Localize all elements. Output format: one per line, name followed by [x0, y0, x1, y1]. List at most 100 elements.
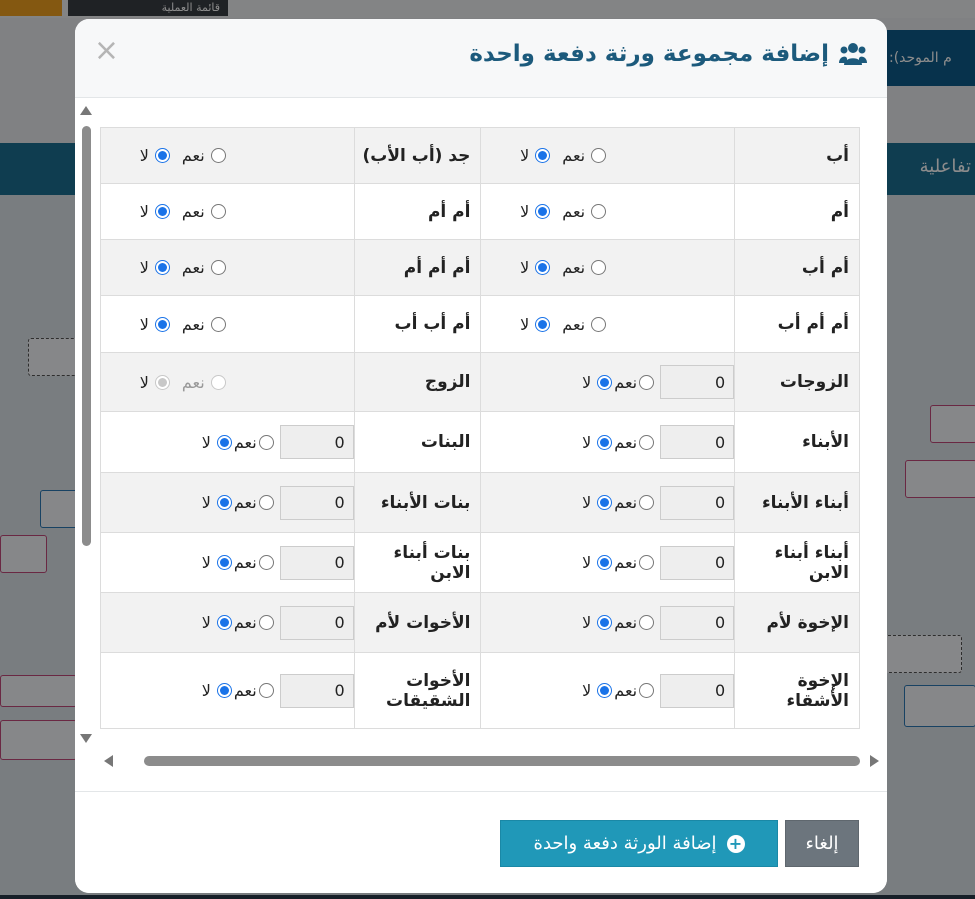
yes-radio[interactable]	[591, 148, 607, 163]
heir-label: البنات	[353, 411, 482, 473]
heir-label: أب	[734, 127, 860, 184]
no-radio[interactable]	[535, 260, 551, 275]
yes-radio[interactable]	[258, 683, 274, 698]
heir-count-input[interactable]	[279, 545, 354, 580]
no-radio[interactable]	[154, 148, 170, 163]
yes-radio[interactable]	[639, 555, 655, 570]
heir-controls: نعم لا	[480, 532, 736, 593]
no-radio[interactable]	[154, 260, 170, 275]
no-radio-label: لا	[139, 202, 149, 221]
no-radio[interactable]	[597, 434, 613, 450]
heir-count-input[interactable]	[279, 485, 354, 520]
yes-radio-label: نعم	[233, 553, 257, 572]
no-radio-label: لا	[520, 314, 530, 334]
no-radio[interactable]	[535, 204, 551, 219]
no-radio[interactable]	[597, 555, 613, 570]
yes-radio[interactable]	[639, 615, 655, 630]
table-row: أم أم أب نعم لا أم أب أب نعم لا	[100, 295, 860, 353]
no-radio[interactable]	[597, 615, 613, 630]
heir-label: الأخوات الشقيقات	[353, 652, 482, 729]
plus-circle-icon: +	[726, 834, 745, 853]
yes-radio[interactable]	[591, 316, 607, 332]
yes-radio[interactable]	[639, 374, 655, 390]
yes-radio[interactable]	[591, 260, 607, 275]
heir-label: الزوج	[353, 352, 482, 412]
no-radio[interactable]	[216, 555, 232, 570]
yes-radio[interactable]	[210, 148, 226, 163]
close-icon[interactable]: ×	[94, 36, 119, 66]
yes-radio[interactable]	[210, 260, 226, 275]
yes-radio[interactable]	[210, 204, 226, 219]
yes-radio[interactable]	[639, 683, 655, 698]
no-radio[interactable]	[597, 683, 613, 698]
no-radio[interactable]	[216, 683, 232, 698]
yes-radio-label: نعم	[614, 613, 638, 632]
scroll-right-arrow-icon[interactable]	[870, 755, 879, 767]
no-radio[interactable]	[216, 434, 232, 450]
table-row: أم نعم لا أم أم نعم لا	[100, 183, 860, 240]
heir-count-input[interactable]	[660, 545, 735, 580]
heir-label: بنات أبناء الابن	[353, 532, 482, 593]
heir-count-input[interactable]	[279, 605, 354, 640]
heir-controls-group: نعم لا	[101, 605, 354, 640]
no-radio-label: لا	[582, 613, 592, 632]
horizontal-scroll-thumb[interactable]	[144, 756, 860, 766]
yes-radio-label: نعم	[233, 493, 257, 512]
heir-count-input[interactable]	[279, 673, 354, 708]
add-heirs-button[interactable]: + إضافة الورثة دفعة واحدة	[500, 820, 778, 867]
yes-radio[interactable]	[210, 316, 226, 332]
heir-label: أم أم	[353, 183, 482, 240]
yes-radio[interactable]	[258, 495, 274, 510]
heir-label: أم أب أب	[353, 295, 482, 353]
heir-controls: نعم لا	[100, 411, 355, 473]
yes-radio[interactable]	[639, 434, 655, 450]
no-radio-label: لا	[139, 258, 149, 277]
heir-controls: نعم لا	[100, 127, 355, 184]
heir-controls-group: نعم لا	[481, 545, 735, 580]
yes-radio-label: نعم	[181, 146, 205, 165]
heir-label: أم أم أم	[353, 239, 482, 296]
scroll-down-arrow-icon[interactable]	[80, 734, 92, 743]
no-radio-label: لا	[582, 432, 592, 452]
heir-label: أم أب	[734, 239, 860, 296]
scroll-left-arrow-icon[interactable]	[104, 755, 113, 767]
heir-controls-group: نعم لا	[101, 425, 354, 459]
yes-radio[interactable]	[639, 495, 655, 510]
heir-controls: نعم لا	[480, 295, 736, 353]
no-radio[interactable]	[154, 204, 170, 219]
heirs-table-scroll-area[interactable]: أب نعم لا جد (أب الأب) نعم لا أم نعم لا أم أم نعم ل…	[100, 127, 860, 751]
heir-count-input[interactable]	[660, 485, 735, 520]
no-radio[interactable]	[216, 495, 232, 510]
horizontal-scrollbar[interactable]	[100, 753, 882, 769]
heir-count-input[interactable]	[660, 673, 735, 708]
yes-radio[interactable]	[258, 555, 274, 570]
heir-count-input[interactable]	[660, 365, 735, 399]
no-radio[interactable]	[154, 316, 170, 332]
no-radio[interactable]	[535, 148, 551, 163]
modal-body: أب نعم لا جد (أب الأب) نعم لا أم نعم لا أم أم نعم ل…	[75, 98, 887, 790]
heir-controls: نعم لا	[100, 592, 355, 653]
table-row: أب نعم لا جد (أب الأب) نعم لا	[100, 127, 860, 184]
cancel-button[interactable]: إلغاء	[785, 820, 859, 867]
yes-radio[interactable]	[258, 615, 274, 630]
table-row: أم أب نعم لا أم أم أم نعم لا	[100, 239, 860, 296]
no-radio[interactable]	[597, 374, 613, 390]
no-radio[interactable]	[535, 316, 551, 332]
table-row: الإخوة الأشقاء نعم لا الأخوات الشقيقات نعم لا	[100, 652, 860, 729]
vertical-scroll-thumb[interactable]	[82, 126, 91, 546]
heir-label: أم	[734, 183, 860, 240]
heir-count-input[interactable]	[660, 425, 735, 459]
vertical-scrollbar[interactable]	[80, 98, 94, 758]
heir-controls-group: نعم لا	[101, 485, 354, 520]
scroll-up-arrow-icon[interactable]	[80, 106, 92, 115]
heir-count-input[interactable]	[660, 605, 735, 640]
heir-controls-group: نعم لا	[481, 673, 735, 708]
no-radio[interactable]	[216, 615, 232, 630]
heir-controls: نعم لا	[480, 239, 736, 296]
no-radio-label: لا	[520, 258, 530, 277]
no-radio	[154, 374, 170, 390]
yes-radio[interactable]	[591, 204, 607, 219]
yes-radio[interactable]	[258, 434, 274, 450]
heir-count-input[interactable]	[279, 425, 354, 459]
no-radio[interactable]	[597, 495, 613, 510]
